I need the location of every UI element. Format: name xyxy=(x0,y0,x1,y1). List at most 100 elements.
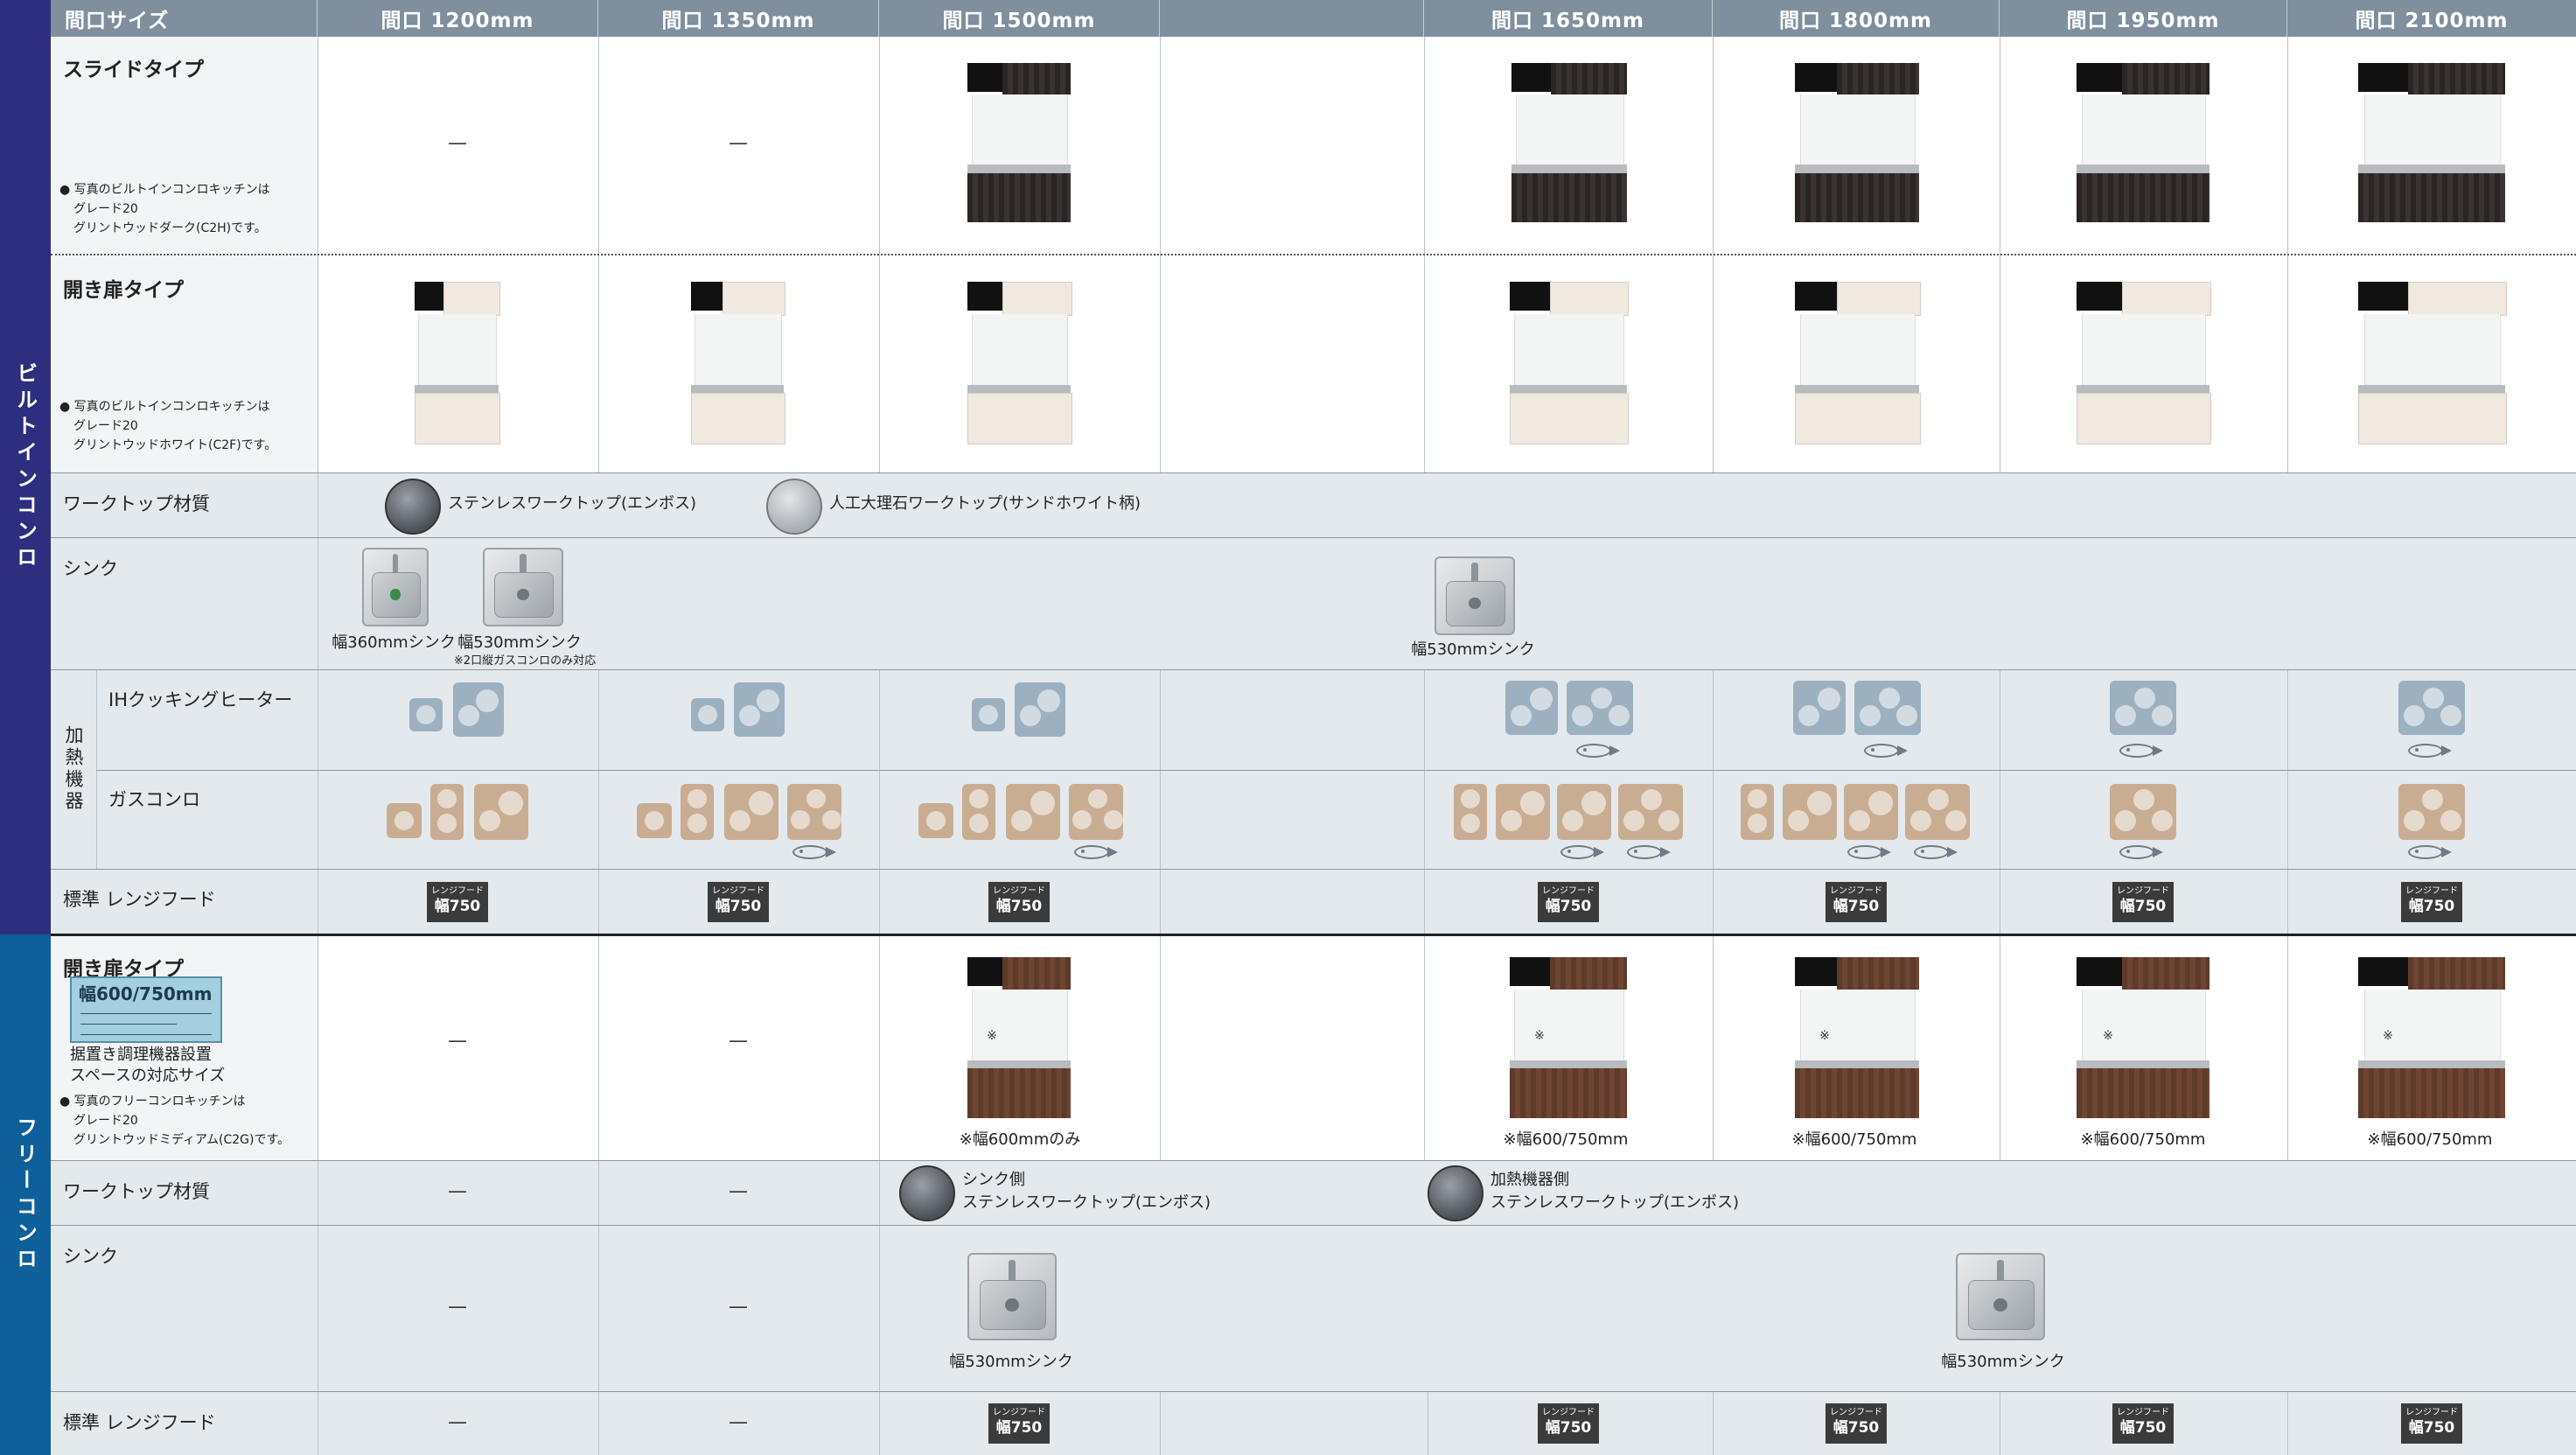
kitchen-image-slide-1650 xyxy=(1511,63,1627,222)
gas-3burner-icon xyxy=(1618,784,1683,840)
free-worktop-heater-side-title: 加熱機器側 xyxy=(1490,1171,1569,1189)
fish-grill-icon xyxy=(1627,845,1674,859)
hood-badge-2100: レンジフード 幅750 xyxy=(2401,882,2462,922)
free-note-line: グレード20 xyxy=(73,1114,138,1128)
row-label-free-hood: 標準 レンジフード xyxy=(63,1412,216,1433)
free-worktop-sink-side-material: ステンレスワークトップ(エンボス) xyxy=(962,1193,1211,1212)
gas-3burner-icon xyxy=(1905,784,1970,840)
sink-530-icon xyxy=(1956,1253,2045,1340)
row-label-gas: ガスコンロ xyxy=(108,789,200,810)
dash: — xyxy=(729,1030,748,1053)
gas-2burner-icon xyxy=(1006,784,1060,840)
dash: — xyxy=(448,132,467,155)
free-worktop-sink-side: シンク側 ステンレスワークトップ(エンボス) xyxy=(962,1169,1211,1214)
header-size-label: 間口サイズ xyxy=(51,0,318,37)
gas-1burner-icon xyxy=(637,803,672,838)
sink-caption-530-wide: 幅530mmシンク xyxy=(1411,640,1535,659)
gas-2burner-icon xyxy=(1496,784,1550,840)
free-caption-1800: ※幅600/750mm xyxy=(1791,1130,1917,1149)
row-label-ih: IHクッキングヒーター xyxy=(108,689,293,710)
vline xyxy=(1424,669,1425,934)
sink-530-icon xyxy=(483,548,563,626)
vline xyxy=(1713,1391,1714,1455)
size-badge-text: 幅600/750mm xyxy=(79,983,213,1004)
free-sink-caption-1: 幅530mmシンク xyxy=(949,1353,1073,1371)
ih-1burner-icon xyxy=(409,698,443,731)
header-blank xyxy=(1160,0,1424,37)
header-1800: 間口 1800mm xyxy=(1713,0,2000,37)
hood-badge-line2: 幅750 xyxy=(1833,898,1880,915)
hood-badge-line2: 幅750 xyxy=(2119,1419,2167,1437)
heater-group-label: 加熱機器 xyxy=(51,669,96,869)
hood-badge-line2: 幅750 xyxy=(1545,1419,1592,1437)
steel-swatch-icon xyxy=(899,1165,955,1221)
hood-badge-line1: レンジフード xyxy=(1542,1408,1595,1417)
vline xyxy=(879,669,880,934)
sink-360-icon xyxy=(362,548,429,626)
sink-530-icon xyxy=(967,1253,1057,1340)
fish-grill-icon xyxy=(2408,744,2455,758)
dash: — xyxy=(729,1411,748,1434)
vline xyxy=(598,934,599,1455)
hline xyxy=(51,472,2576,473)
row-label-free-worktop: ワークトップ材質 xyxy=(63,1181,210,1202)
heater-group-text: 加熱機器 xyxy=(63,725,84,813)
free-worktop-sink-side-title: シンク側 xyxy=(962,1171,1025,1189)
sink-530-icon xyxy=(1435,556,1515,635)
kitchen-image-free-1650 xyxy=(1510,957,1627,1118)
gas-2burner-icon xyxy=(1844,784,1898,840)
free-note-line: グリントウッドミディアム(C2G)です。 xyxy=(73,1133,290,1147)
hline xyxy=(51,537,2576,538)
side-label-free: フリーコンロ xyxy=(0,934,51,1455)
fish-grill-icon xyxy=(1560,845,1608,859)
free-note-line: ● 写真のフリーコンロキッチンは xyxy=(59,1095,246,1109)
sink-note-530: ※2口縦ガスコンロのみ対応 xyxy=(453,654,597,668)
gas-2burner-vertical-icon xyxy=(430,784,464,840)
vline xyxy=(1160,669,1161,934)
hood-badge-1200: レンジフード 幅750 xyxy=(427,882,488,922)
gas-2burner-icon xyxy=(724,784,778,840)
hood-badge-line2: 幅750 xyxy=(2408,1419,2455,1437)
worktop-material-stone: 人工大理石ワークトップ(サンドホワイト柄) xyxy=(829,494,1141,513)
hood-badge-line2: 幅750 xyxy=(995,898,1043,915)
gas-1burner-icon xyxy=(918,803,953,838)
hood-badge-line1: レンジフード xyxy=(1830,886,1882,896)
hline-dotted xyxy=(51,254,2576,255)
header-1200: 間口 1200mm xyxy=(318,0,598,37)
hinged-note-line: グリントウッドホワイト(C2F)です。 xyxy=(73,438,277,452)
dash: — xyxy=(729,1296,748,1319)
hood-badge-1650: レンジフード 幅750 xyxy=(1538,882,1599,922)
size-badge: 幅600/750mm xyxy=(70,976,222,1043)
hline xyxy=(96,770,2576,771)
hood-badge-line1: レンジフード xyxy=(2405,1408,2458,1417)
gas-2burner-vertical-icon xyxy=(681,784,714,840)
hinged-note: ● 写真のビルトインコンロキッチンは グレード20 グリントウッドホワイト(C2… xyxy=(59,397,276,455)
fish-grill-icon xyxy=(792,845,840,859)
slide-note-line: ● 写真のビルトインコンロキッチンは xyxy=(59,183,270,197)
sink-caption-530: 幅530mmシンク xyxy=(457,633,582,652)
steel-swatch-icon xyxy=(1428,1165,1483,1221)
ih-2burner-icon xyxy=(453,682,504,737)
ih-1burner-icon xyxy=(972,698,1005,731)
kitchen-image-hinged-1200 xyxy=(415,282,500,444)
dim-mark: ※ xyxy=(1819,1029,1830,1043)
ih-3burner-icon xyxy=(1854,681,1921,735)
vline xyxy=(1713,934,1714,1160)
hline xyxy=(51,1160,2576,1161)
gas-3burner-icon xyxy=(787,784,841,840)
dash: — xyxy=(448,1180,467,1203)
kitchen-image-free-2100 xyxy=(2358,957,2505,1118)
hline xyxy=(51,869,2576,870)
ih-2burner-icon xyxy=(1793,681,1846,735)
fish-grill-icon xyxy=(1847,845,1895,859)
fish-grill-icon xyxy=(2408,845,2455,859)
header-1650: 間口 1650mm xyxy=(1424,0,1713,37)
hood-badge-line1: レンジフード xyxy=(1830,1408,1882,1417)
kitchen-image-hinged-2100 xyxy=(2358,282,2507,444)
kitchen-image-hinged-1350 xyxy=(691,282,785,444)
free-worktop-heater-side: 加熱機器側 ステンレスワークトップ(エンボス) xyxy=(1490,1169,1739,1214)
steel-swatch-icon xyxy=(385,479,441,535)
hinged-note-line: ● 写真のビルトインコンロキッチンは xyxy=(59,400,270,414)
vline xyxy=(1713,669,1714,934)
sink-caption-360: 幅360mmシンク xyxy=(332,633,456,652)
